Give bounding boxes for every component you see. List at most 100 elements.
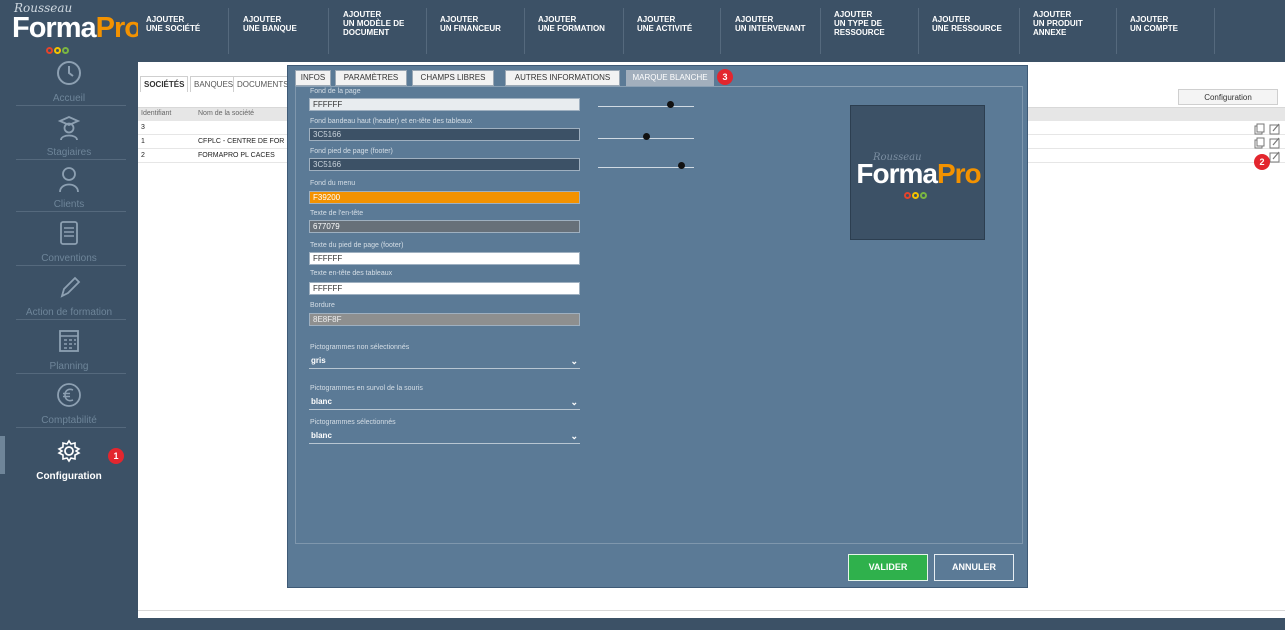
annuler-button[interactable]: ANNULER [934,554,1014,581]
cell-name: CFPLC - CENTRE DE FOR [198,138,285,145]
color-field-texte-pied-page[interactable]: FFFFFF [309,252,580,265]
slider-handle[interactable] [642,133,650,140]
top-item-line: UNE SOCIÉTÉ [146,24,201,33]
sidebar-item-planning[interactable]: Planning [0,326,138,374]
tab-documents[interactable]: DOCUMENTS [233,76,293,92]
add-modele-document-button[interactable]: AJOUTER UN MODÈLE DE DOCUMENT [343,10,404,50]
top-item-line: UN INTERVENANT [735,24,806,33]
edit-icon[interactable] [1269,151,1280,163]
field-label: Fond du menu [310,180,356,187]
top-item-line: AJOUTER [538,15,577,24]
valider-button[interactable]: VALIDER [848,554,928,581]
field-label: Texte de l'en-tête [310,210,364,217]
marque-blanche-panel: Fond de la page FFFFFF Fond bandeau haut… [295,86,1023,544]
preview-dots [904,190,928,202]
opacity-slider[interactable] [598,99,694,109]
add-intervenant-button[interactable]: AJOUTER UN INTERVENANT [735,15,806,55]
color-field-texte-entete[interactable]: 677079 [309,220,580,233]
edit-icon[interactable] [1269,137,1280,149]
top-item-line: UNE ACTIVITÉ [637,24,693,33]
preview-pro-text: Pro [936,158,982,189]
tab-autres-informations[interactable]: AUTRES INFORMATIONS [505,70,620,86]
top-action-bar: AJOUTER UNE SOCIÉTÉ AJOUTER UNE BANQUE AJO… [138,0,1285,62]
sidebar-item-label: Action de formation [25,307,113,318]
field-label: Texte du pied de page (footer) [310,242,404,249]
row-actions-icons [1254,123,1280,135]
color-field-fond-pied-page[interactable]: 3C5166 [309,158,580,171]
configuration-button[interactable]: Configuration [1178,89,1278,105]
top-item-line: AJOUTER [146,15,185,24]
sidebar-item-label: Planning [49,361,89,372]
top-item-line: UNE BANQUE [243,24,297,33]
sidebar-item-conventions[interactable]: Conventions [0,218,138,266]
tab-infos[interactable]: INFOS [295,70,331,86]
top-item-line: DOCUMENT [343,28,390,37]
add-activite-button[interactable]: AJOUTER UNE ACTIVITÉ [637,15,692,55]
cell-id: 2 [141,152,145,159]
sidebar-item-comptabilite[interactable]: Comptabilité [0,380,138,428]
top-item-line: ANNEXE [1033,28,1067,37]
field-label: Pictogrammes sélectionnés [310,419,396,426]
sidebar-item-action-formation[interactable]: Action de formation [0,272,138,320]
top-item-line: AJOUTER [1130,15,1169,24]
step-badge-2: 2 [1254,154,1270,170]
top-item-line: RESSOURCE [834,28,885,37]
top-item-line: AJOUTER [735,15,774,24]
tab-champs-libres[interactable]: CHAMPS LIBRES [412,70,494,86]
copy-icon[interactable] [1254,123,1265,135]
select-pictogrammes-selectionnes[interactable]: blanc ⌄ [309,430,580,444]
sidebar-item-stagiaires[interactable]: Stagiaires [0,112,138,160]
tab-marque-blanche[interactable]: MARQUE BLANCHE [626,70,714,86]
select-value: gris [311,356,326,365]
top-item-line: UN MODÈLE DE [343,19,405,28]
add-financeur-button[interactable]: AJOUTER UN FINANCEUR [440,15,501,55]
opacity-slider[interactable] [598,131,694,141]
color-field-fond-menu[interactable]: F39200 [309,191,580,204]
top-item-line: UN TYPE DE [834,19,883,28]
sidebar-item-label: Configuration [36,471,102,482]
color-field-texte-entete-tableaux[interactable]: FFFFFF [309,282,580,295]
copy-icon[interactable] [1254,137,1265,149]
field-label: Fond pied de page (footer) [310,148,393,155]
add-ressource-button[interactable]: AJOUTER UNE RESSOURCE [932,15,1002,55]
app-logo[interactable]: Rousseau FormaPro [4,0,142,54]
add-societe-button[interactable]: AJOUTER UNE SOCIÉTÉ [146,15,200,55]
color-field-fond-page[interactable]: FFFFFF [309,98,580,111]
add-formation-button[interactable]: AJOUTER UNE FORMATION [538,15,605,55]
top-item-line: AJOUTER [1033,10,1072,19]
sidebar-item-clients[interactable]: Clients [0,164,138,212]
add-type-ressource-button[interactable]: AJOUTER UN TYPE DE RESSOURCE [834,10,885,50]
select-pictogrammes-non-selectionnes[interactable]: gris ⌄ [309,355,580,369]
add-produit-annexe-button[interactable]: AJOUTER UN PRODUIT ANNEXE [1033,10,1083,50]
top-item-line: UN PRODUIT [1033,19,1083,28]
sidebar-item-label: Accueil [52,93,86,104]
select-value: blanc [311,431,332,440]
color-field-bordure[interactable]: 8E8F8F [309,313,580,326]
opacity-slider[interactable] [598,160,694,170]
logo-dots [46,45,70,57]
add-compte-button[interactable]: AJOUTER UN COMPTE [1130,15,1178,55]
field-label: Pictogrammes non sélectionnés [310,344,410,351]
tab-banques[interactable]: BANQUES [190,76,238,92]
column-header-identifiant[interactable]: Identifiant [141,110,171,117]
top-item-line: UN COMPTE [1130,24,1178,33]
sidebar-item-accueil[interactable]: Accueil [0,58,138,106]
top-item-line: UN FINANCEUR [440,24,501,33]
color-field-fond-bandeau-haut[interactable]: 3C5166 [309,128,580,141]
edit-icon[interactable] [1269,123,1280,135]
tab-parametres[interactable]: PARAMÈTRES [335,70,407,86]
row-actions-icons [1269,151,1280,163]
sidebar-item-label: Stagiaires [46,147,92,158]
clock-icon [57,61,81,85]
euro-icon [57,383,81,407]
user-icon [59,167,79,193]
add-banque-button[interactable]: AJOUTER UNE BANQUE [243,15,297,55]
column-header-nom[interactable]: Nom de la société [198,110,254,117]
logo-preview[interactable]: Rousseau FormaPro [850,105,985,240]
preview-forma-text: Forma [856,158,938,189]
top-item-line: AJOUTER [243,15,282,24]
step-badge-3: 3 [717,69,733,85]
tab-societes[interactable]: SOCIÉTÉS [140,76,189,92]
select-pictogrammes-survol[interactable]: blanc ⌄ [309,396,580,410]
cell-id: 1 [141,138,145,145]
